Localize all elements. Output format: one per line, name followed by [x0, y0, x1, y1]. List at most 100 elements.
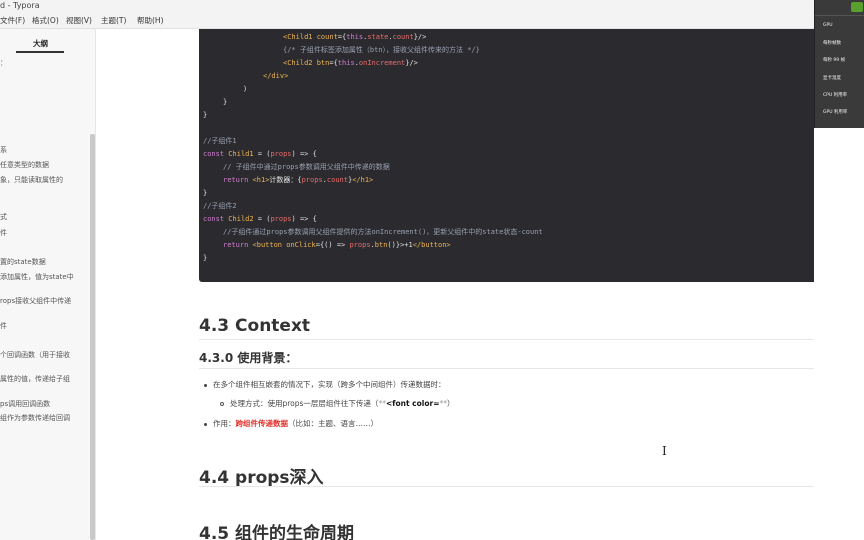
code-token: // 子组件中通过props参数调用父组件中传递的数据 — [223, 163, 390, 171]
code-token: //子组件1 — [203, 137, 237, 145]
menu-format[interactable]: 格式(O) — [32, 12, 59, 29]
markup-marker: ** — [378, 399, 386, 408]
inline-html-tag: <font color= — [385, 399, 440, 408]
code-line: </div> — [263, 71, 288, 81]
code-token: count — [392, 33, 414, 41]
code-line: <Child1 count={this.state.count}/> — [283, 32, 426, 42]
outline-item[interactable]: 系 — [0, 145, 7, 155]
code-line: //子组件2 — [203, 201, 237, 211]
code-token: ) — [243, 85, 248, 93]
list-item-text: ） — [446, 399, 455, 408]
code-token: }/> — [413, 33, 427, 41]
code-token: Child1 — [228, 150, 254, 158]
list-item-text: （比如：主题、语言……） — [288, 419, 378, 428]
code-line: const Child1 = (props) => { — [203, 149, 317, 159]
code-token: = ( — [253, 215, 271, 223]
menu-theme[interactable]: 主题(T) — [101, 12, 126, 29]
highlighted-text: 跨组件传递数据 — [235, 419, 289, 428]
sidebar-scrollbar[interactable] — [90, 134, 95, 540]
code-token: btn — [374, 241, 388, 249]
code-line: } — [203, 253, 207, 263]
menu-view[interactable]: 视图(V) — [66, 12, 92, 29]
heading-rule — [199, 486, 814, 487]
code-token: props — [301, 176, 323, 184]
code-token: } — [203, 189, 208, 197]
heading-rule — [199, 339, 814, 340]
outline-item[interactable]: rops接收父组件中传递 — [0, 296, 71, 306]
code-token: </h1> — [352, 176, 374, 184]
outline-tab[interactable]: 大纲 — [33, 38, 48, 49]
outline-item[interactable]: 任意类型的数据 — [0, 160, 49, 170]
window-title: d - Typora — [0, 1, 40, 10]
code-line: //子组件通过props参数调用父组件提供的方法onIncrement()，更新… — [223, 227, 543, 237]
menu-bar: 文件(F) 格式(O) 视图(V) 主题(T) 帮助(H) — [0, 12, 864, 29]
code-token: </div> — [263, 72, 289, 80]
heading-4-3: 4.3 Context — [199, 316, 311, 336]
code-line: ) — [243, 84, 247, 94]
menu-help[interactable]: 帮助(H) — [137, 12, 164, 29]
code-block[interactable]: <Child1 count={this.state.count}/> {/* 子组… — [199, 29, 814, 282]
outline-item[interactable]: 置的state数据 — [0, 257, 46, 267]
performance-overlay: GPU 每秒帧数 每秒 99 帧 显卡温度 CPU 利用率 GPU 利用率 — [814, 0, 864, 128]
list-item: 处理方式：使用props一层层组件往下传递（**<font color=**） — [220, 398, 454, 409]
menu-file[interactable]: 文件(F) — [0, 12, 25, 29]
outline-item[interactable]: 属性的值，传递给子组 — [0, 374, 70, 384]
code-token: state — [367, 33, 389, 41]
code-token: <Child2 — [283, 59, 317, 67]
list-item: 作用：跨组件传递数据（比如：主题、语言……） — [204, 418, 378, 429]
code-token: ={ — [337, 33, 347, 41]
outline-item[interactable]: 个回调函数（用于接收 — [0, 350, 70, 360]
code-line: {/* 子组件标签添加属性（btn），接收父组件传来的方法 */} — [283, 45, 480, 55]
outline-item[interactable]: ： — [0, 58, 7, 68]
code-line: return <button onClick={() => props.btn(… — [223, 240, 451, 250]
overlay-divider — [815, 15, 864, 16]
overlay-row: 每秒帧数 — [823, 41, 841, 46]
code-line: const Child2 = (props) => { — [203, 214, 317, 224]
markup-marker: ** — [439, 399, 447, 408]
nvidia-icon — [851, 2, 863, 12]
outline-item[interactable]: 件 — [0, 228, 7, 238]
outline-item[interactable]: 象，只能读取属性的 — [0, 175, 63, 185]
code-token: <Child1 — [283, 33, 317, 41]
code-token: count — [326, 176, 348, 184]
overlay-row: CPU 利用率 — [823, 93, 848, 98]
editor-content: <Child1 count={this.state.count}/> {/* 子组… — [96, 29, 814, 540]
code-token: props — [270, 215, 292, 223]
code-token: ) => { — [291, 150, 317, 158]
code-line: //子组件1 — [203, 136, 237, 146]
heading-rule — [199, 368, 814, 369]
title-bar: d - Typora — [0, 0, 864, 12]
code-line: } — [203, 188, 207, 198]
code-token: onClick — [286, 241, 316, 249]
code-token: props — [270, 150, 292, 158]
outline-item[interactable]: ps调用回调函数 — [0, 399, 50, 409]
code-token: <button — [252, 241, 287, 249]
code-token: props — [349, 241, 371, 249]
outline-sidebar: 大纲 ： 系 任意类型的数据 象，只能读取属性的 式 件 置的state数据 添… — [0, 29, 96, 540]
bullet-icon — [204, 383, 207, 387]
bullet-circle-icon — [220, 402, 224, 406]
code-token: ) => { — [291, 215, 317, 223]
heading-4-4: 4.4 props深入 — [199, 468, 324, 488]
outline-item[interactable]: 件 — [0, 321, 7, 331]
outline-item[interactable]: 式 — [0, 212, 7, 222]
code-token: }/> — [405, 59, 418, 67]
outline-item[interactable]: 组作为参数传递给回调 — [0, 413, 70, 423]
outline-tab-indicator — [16, 51, 64, 53]
code-token: const — [203, 215, 229, 223]
code-token: 计数器：{ — [269, 176, 302, 184]
list-item-text: 处理方式：使用props一层层组件往下传递（ — [230, 399, 379, 408]
code-token: = ( — [253, 150, 271, 158]
overlay-row: GPU — [823, 23, 833, 28]
code-token: return — [223, 241, 253, 249]
outline-item[interactable]: 添加属性，值为state中 — [0, 272, 74, 282]
heading-4-3-0: 4.3.0 使用背景： — [199, 351, 298, 365]
code-line: } — [223, 97, 227, 107]
code-token: } — [203, 254, 208, 262]
code-token: const — [203, 150, 229, 158]
code-token: onIncrement — [358, 59, 406, 67]
overlay-row: 显卡温度 — [823, 76, 841, 81]
code-token: this — [337, 59, 355, 67]
code-line: // 子组件中通过props参数调用父组件中传递的数据 — [223, 162, 390, 172]
code-token: //子组件2 — [203, 202, 237, 210]
